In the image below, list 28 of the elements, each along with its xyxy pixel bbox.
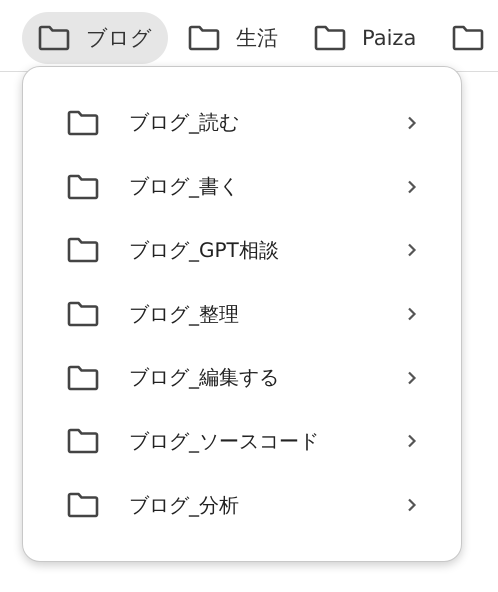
menu-item[interactable]: ブログ_読む	[23, 91, 461, 155]
folder-icon	[38, 25, 70, 51]
folder-icon	[67, 428, 99, 454]
folder-icon	[452, 25, 484, 51]
chevron-right-icon	[407, 307, 417, 322]
folder-icon	[314, 25, 346, 51]
menu-item[interactable]: ブログ_整理	[23, 282, 461, 346]
menu-item[interactable]: ブログ_編集する	[23, 346, 461, 410]
menu-item[interactable]: ブログ_分析	[23, 473, 461, 538]
menu-item[interactable]: ブログ_GPT相談	[23, 218, 461, 282]
folder-icon	[67, 364, 99, 391]
menu-item[interactable]: ブログ_ソースコード	[23, 410, 461, 474]
bookmark-folder[interactable]: 生活	[172, 12, 294, 64]
bookmark-folder[interactable]: Paiza	[298, 12, 432, 64]
chevron-right-icon	[407, 498, 417, 512]
chevron-right-icon	[407, 243, 417, 258]
folder-icon	[67, 237, 99, 264]
menu-item[interactable]: ブログ_書く	[23, 154, 461, 218]
chevron-right-icon	[407, 116, 417, 130]
folder-icon	[67, 174, 99, 200]
folder-icon	[67, 301, 99, 328]
bookmark-folder[interactable]: ブログ	[22, 12, 168, 64]
chevron-right-icon	[407, 370, 417, 385]
chevron-right-icon	[407, 180, 417, 194]
folder-icon	[67, 492, 99, 518]
folder-icon	[188, 25, 220, 51]
folder-icon	[67, 110, 99, 136]
chevron-right-icon	[407, 434, 417, 448]
